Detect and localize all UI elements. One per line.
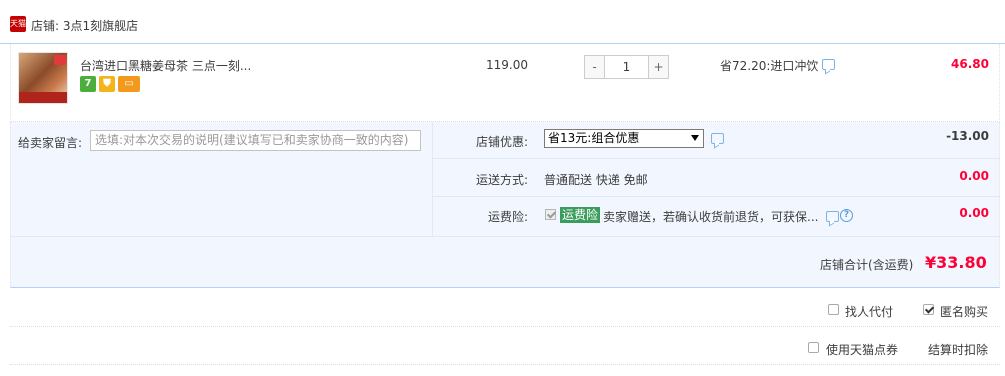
- points-deduction-note: 结算时扣除: [928, 343, 989, 357]
- proxy-pay-label[interactable]: 找人代付: [845, 303, 893, 320]
- thumbnail-badge: [54, 55, 66, 65]
- tmall-logo-icon: 天猫: [10, 16, 26, 32]
- shop-discount-label: 店铺优惠:: [475, 135, 528, 149]
- quantity-decrement-button[interactable]: -: [584, 55, 605, 79]
- use-points-label[interactable]: 使用天猫点券: [826, 341, 898, 358]
- shop-header: [0, 0, 1005, 44]
- shipping-method-value: 普通配送 快递 免邮: [544, 173, 648, 187]
- seller-memo-label: 给卖家留言:: [18, 136, 83, 150]
- seven-day-return-icon[interactable]: 7: [80, 76, 96, 92]
- quantity-stepper: - 1 +: [584, 55, 669, 79]
- quantity-input[interactable]: 1: [605, 55, 648, 79]
- shipping-fee: 0.00: [959, 169, 989, 183]
- shipping-insurance-text: 卖家赠送，若确认收货前退货，可获保...: [603, 210, 819, 224]
- seller-memo-input[interactable]: 选填:对本次交易的说明(建议填写已和卖家协商一致的内容): [90, 130, 421, 151]
- product-title-link[interactable]: 台湾进口黑糖姜母茶 三点一刻...: [80, 57, 251, 74]
- panel-row-divider: [10, 236, 1000, 237]
- thumbnail-band: [19, 92, 67, 103]
- unit-price: 119.00: [486, 58, 528, 72]
- shipping-insurance-label: 运费险:: [487, 210, 528, 224]
- panel-row-divider: [433, 158, 1000, 159]
- panel-divider: [432, 122, 433, 236]
- shipping-insurance-amount: 0.00: [959, 206, 989, 220]
- shop-discount-selected: 省13元:组合优惠: [548, 131, 640, 145]
- shipping-insurance-checkbox: [545, 209, 556, 220]
- credit-card-icon[interactable]: ▭: [118, 76, 140, 92]
- item-promotion: 省72.20:进口冲饮: [720, 59, 819, 73]
- panel-row-divider: [433, 196, 1000, 197]
- shipping-insurance-tag: 运费险: [560, 207, 601, 223]
- shop-total-label: 店铺合计(含运费): [820, 258, 914, 272]
- anonymous-purchase-checkbox[interactable]: [923, 304, 934, 315]
- product-thumbnail[interactable]: [18, 52, 68, 104]
- chat-bubble-icon[interactable]: [826, 211, 839, 222]
- shop-total-amount: ¥33.80: [925, 253, 987, 272]
- item-subtotal: 46.80: [951, 57, 989, 71]
- help-icon[interactable]: ?: [840, 209, 853, 222]
- quantity-increment-button[interactable]: +: [648, 55, 669, 79]
- order-item-row: [10, 44, 1000, 122]
- service-icons: 7 ⛊ ▭: [80, 76, 140, 92]
- use-points-checkbox[interactable]: [808, 342, 819, 353]
- shop-discount-select[interactable]: 省13元:组合优惠: [544, 129, 704, 148]
- proxy-pay-checkbox[interactable]: [828, 304, 839, 315]
- shop-name[interactable]: 店铺: 3点1刻旗舰店: [31, 17, 138, 34]
- shipping-method-label: 运送方式:: [475, 173, 528, 187]
- guarantee-shield-icon[interactable]: ⛊: [99, 76, 115, 92]
- chevron-down-icon: [691, 135, 699, 141]
- anonymous-purchase-label[interactable]: 匿名购买: [940, 303, 988, 320]
- chat-bubble-icon[interactable]: [822, 59, 835, 70]
- discount-amount: -13.00: [946, 129, 989, 143]
- chat-bubble-icon[interactable]: [711, 133, 724, 144]
